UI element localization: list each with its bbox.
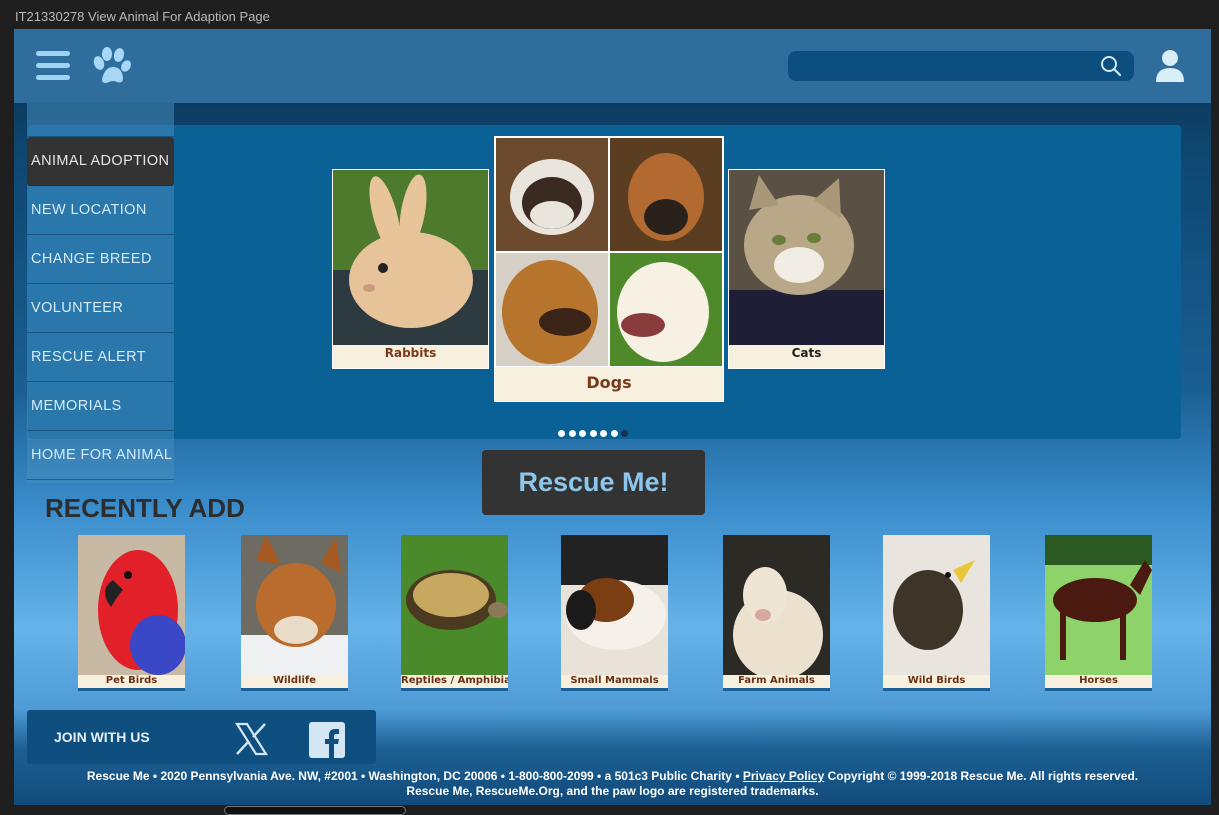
search-input[interactable] xyxy=(798,55,1088,77)
carousel-dot-3[interactable] xyxy=(579,430,586,437)
carousel-pagination xyxy=(558,422,632,441)
carousel-dot-5[interactable] xyxy=(600,430,607,437)
search-bar xyxy=(788,51,1134,81)
carousel-card-label: Cats xyxy=(791,346,822,360)
join-label: JOIN WITH US xyxy=(54,729,150,745)
recent-card-label: Farm Animals xyxy=(738,675,815,686)
carousel-dot-4[interactable] xyxy=(589,430,597,437)
join-with-us-panel: JOIN WITH US xyxy=(27,710,376,764)
tortoise-image xyxy=(401,535,508,675)
carousel-card-cats[interactable]: Cats xyxy=(728,169,885,369)
carousel-card-dogs[interactable]: Dogs xyxy=(494,136,724,402)
sidebar-item-new-location[interactable]: NEW LOCATION xyxy=(27,186,174,235)
footer-address: Rescue Me • 2020 Pennsylvania Ave. NW, #… xyxy=(86,769,743,783)
footer-trademark: Rescue Me, RescueMe.Org, and the paw log… xyxy=(406,784,819,798)
recent-card-wild-birds[interactable]: Wild Birds xyxy=(883,535,990,691)
recent-card-label: Pet Birds xyxy=(105,675,158,686)
carousel-dot-7[interactable] xyxy=(621,430,628,437)
sidebar-item-memorials[interactable]: MEMORIALS xyxy=(27,382,174,431)
guinea-pig-image xyxy=(561,535,668,675)
app-frame: Rabbits Dogs Cats ANIMAL ADOPTION NEW LO… xyxy=(14,29,1211,805)
recently-added-heading: RECENTLY ADD xyxy=(45,493,245,523)
recent-card-wildlife[interactable]: Wildlife xyxy=(241,535,348,691)
carousel-card-rabbits[interactable]: Rabbits xyxy=(332,169,489,369)
recent-card-horses[interactable]: Horses xyxy=(1045,535,1152,691)
carousel-dot-1[interactable] xyxy=(558,430,565,437)
sidebar-item-volunteer[interactable]: VOLUNTEER xyxy=(27,284,174,333)
footer: Rescue Me • 2020 Pennsylvania Ave. NW, #… xyxy=(14,769,1211,799)
goat-image xyxy=(723,535,830,680)
baby-bird-image xyxy=(883,535,990,675)
rabbit-image xyxy=(333,170,488,345)
recent-card-farm-animals[interactable]: Farm Animals xyxy=(723,535,830,691)
footer-line-1: Rescue Me • 2020 Pennsylvania Ave. NW, #… xyxy=(14,769,1211,784)
sidebar-menu: ANIMAL ADOPTION NEW LOCATION CHANGE BREE… xyxy=(27,103,174,483)
sidebar-item-rescue-alert[interactable]: RESCUE ALERT xyxy=(27,333,174,382)
carousel-dot-6[interactable] xyxy=(610,430,618,437)
recent-card-pet-birds[interactable]: Pet Birds xyxy=(78,535,185,691)
recent-card-reptiles[interactable]: Reptiles / Amphibians xyxy=(401,535,508,691)
recent-card-small-mammals[interactable]: Small Mammals xyxy=(561,535,668,691)
footer-copyright: Copyright © 1999-2018 Rescue Me. All rig… xyxy=(824,769,1139,783)
menu-icon[interactable] xyxy=(36,51,70,81)
sidebar-item-animal-adoption[interactable]: ANIMAL ADOPTION xyxy=(27,137,174,186)
user-profile-icon[interactable] xyxy=(1154,49,1186,83)
fox-image xyxy=(241,535,348,675)
carousel-card-label: Rabbits xyxy=(384,346,437,360)
dogs-collage-image xyxy=(495,137,723,367)
paw-logo-icon[interactable] xyxy=(90,45,132,87)
carousel-card-label: Dogs xyxy=(586,373,632,392)
search-icon[interactable] xyxy=(1100,55,1122,77)
sidebar-item-home-for-animal[interactable]: HOME FOR ANIMAL xyxy=(27,431,174,480)
horizontal-scrollbar[interactable] xyxy=(224,806,406,815)
cat-image xyxy=(729,170,884,345)
recent-card-label: Wildlife xyxy=(272,675,317,686)
recent-card-label: Small Mammals xyxy=(570,675,659,686)
recent-card-label: Horses xyxy=(1079,675,1118,686)
facebook-icon[interactable] xyxy=(309,722,345,758)
privacy-policy-link[interactable]: Privacy Policy xyxy=(743,769,824,783)
window-title: IT21330278 View Animal For Adaption Page xyxy=(15,9,270,24)
rescue-me-button[interactable]: Rescue Me! xyxy=(482,450,705,515)
sidebar-item-change-breed[interactable]: CHANGE BREED xyxy=(27,235,174,284)
recent-card-label: Wild Birds xyxy=(907,675,966,686)
carousel-dot-2[interactable] xyxy=(568,430,576,437)
recent-card-label: Reptiles / Amphibians xyxy=(401,675,508,686)
pet-bird-image xyxy=(78,535,185,675)
horse-image xyxy=(1045,535,1152,675)
x-twitter-icon[interactable] xyxy=(234,722,268,756)
top-navigation-bar xyxy=(14,29,1211,103)
sidebar-spacer xyxy=(27,103,174,137)
